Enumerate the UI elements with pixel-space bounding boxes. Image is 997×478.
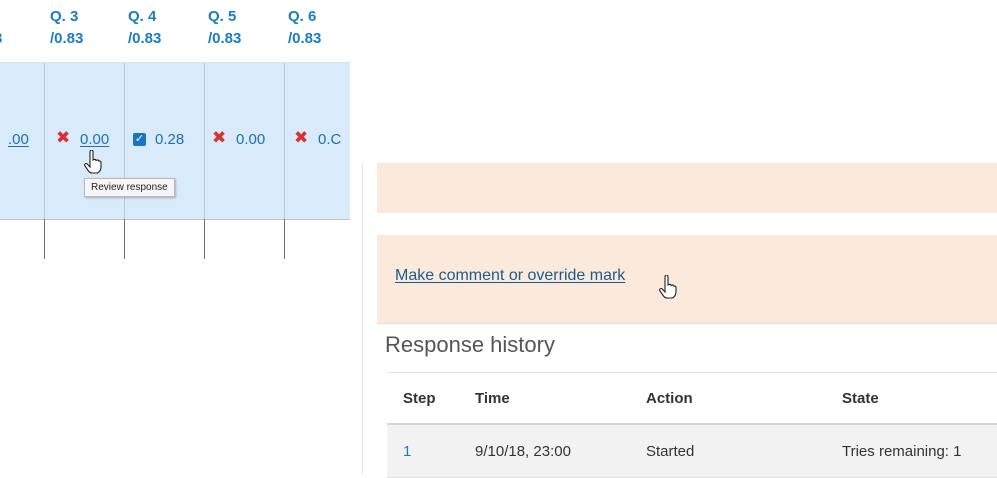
- hand-cursor-icon: [84, 150, 102, 174]
- question-max-mark: /0.83: [128, 30, 162, 47]
- response-history-table: Step Time Action State 1 9/10/18, 23:00 …: [387, 372, 997, 478]
- make-comment-link[interactable]: Make comment or override mark: [395, 267, 625, 285]
- question-title: Q. 4: [128, 8, 157, 25]
- grade-cell-link[interactable]: .00: [8, 131, 29, 148]
- question-header-label: 3: [0, 28, 6, 50]
- grade-cell-link[interactable]: 0.00: [80, 131, 109, 148]
- table-header-row: Step Time Action State: [387, 372, 997, 425]
- column-divider: [44, 63, 45, 219]
- step-link[interactable]: 1: [387, 424, 459, 478]
- review-response-tooltip: Review response: [84, 178, 175, 197]
- question-header-q5[interactable]: Q. 5 /0.83: [208, 6, 241, 50]
- question-header-q6[interactable]: Q. 6 /0.83: [288, 6, 321, 50]
- grade-cell-value[interactable]: 0.00: [236, 131, 265, 148]
- column-divider: [44, 219, 45, 259]
- question-max-mark: /0.83: [50, 30, 84, 47]
- question-title: Q. 5: [208, 8, 237, 25]
- column-divider: [124, 219, 125, 259]
- attempt-review-panel: Make comment or override mark Response h…: [362, 163, 997, 478]
- grade-cell-value[interactable]: 0.C: [318, 131, 341, 148]
- column-divider: [204, 63, 205, 219]
- column-header-state: State: [826, 372, 997, 425]
- incorrect-icon: ✖: [294, 128, 309, 147]
- column-header-time: Time: [459, 372, 630, 425]
- incorrect-icon: ✖: [56, 128, 71, 147]
- response-history-section: Response history Step Time Action State …: [377, 323, 997, 478]
- question-title: Q. 6: [288, 8, 317, 25]
- grades-table-fragment: Q 3 Q. 3 /0.83 Q. 4 /0.83 Q. 5 /0.83 Q. …: [0, 0, 350, 270]
- incorrect-icon: ✖: [212, 128, 227, 147]
- column-divider: [284, 219, 285, 259]
- question-max-mark: /0.83: [208, 30, 242, 47]
- hand-cursor-icon: [659, 275, 677, 299]
- column-divider: [204, 219, 205, 259]
- column-header-action: Action: [630, 372, 826, 425]
- table-cell-state: Tries remaining: 1: [826, 424, 997, 478]
- question-title: Q. 3: [50, 8, 79, 25]
- partially-correct-icon: ✓: [133, 133, 146, 146]
- question-max-mark: /0.83: [288, 30, 322, 47]
- question-header-q3[interactable]: Q. 3 /0.83: [50, 6, 83, 50]
- column-divider: [284, 63, 285, 219]
- question-feedback-box: [377, 163, 997, 213]
- column-header-step: Step: [387, 372, 459, 425]
- question-header-q4[interactable]: Q. 4 /0.83: [128, 6, 161, 50]
- table-cell-time: 9/10/18, 23:00: [459, 424, 630, 478]
- row-divider: [0, 219, 350, 220]
- question-header-partial[interactable]: Q 3: [0, 6, 6, 50]
- table-row: 1 9/10/18, 23:00 Started Tries remaining…: [387, 424, 997, 478]
- grade-cell-value[interactable]: 0.28: [155, 131, 184, 148]
- table-cell-action: Started: [630, 424, 826, 478]
- response-history-title: Response history: [385, 332, 555, 357]
